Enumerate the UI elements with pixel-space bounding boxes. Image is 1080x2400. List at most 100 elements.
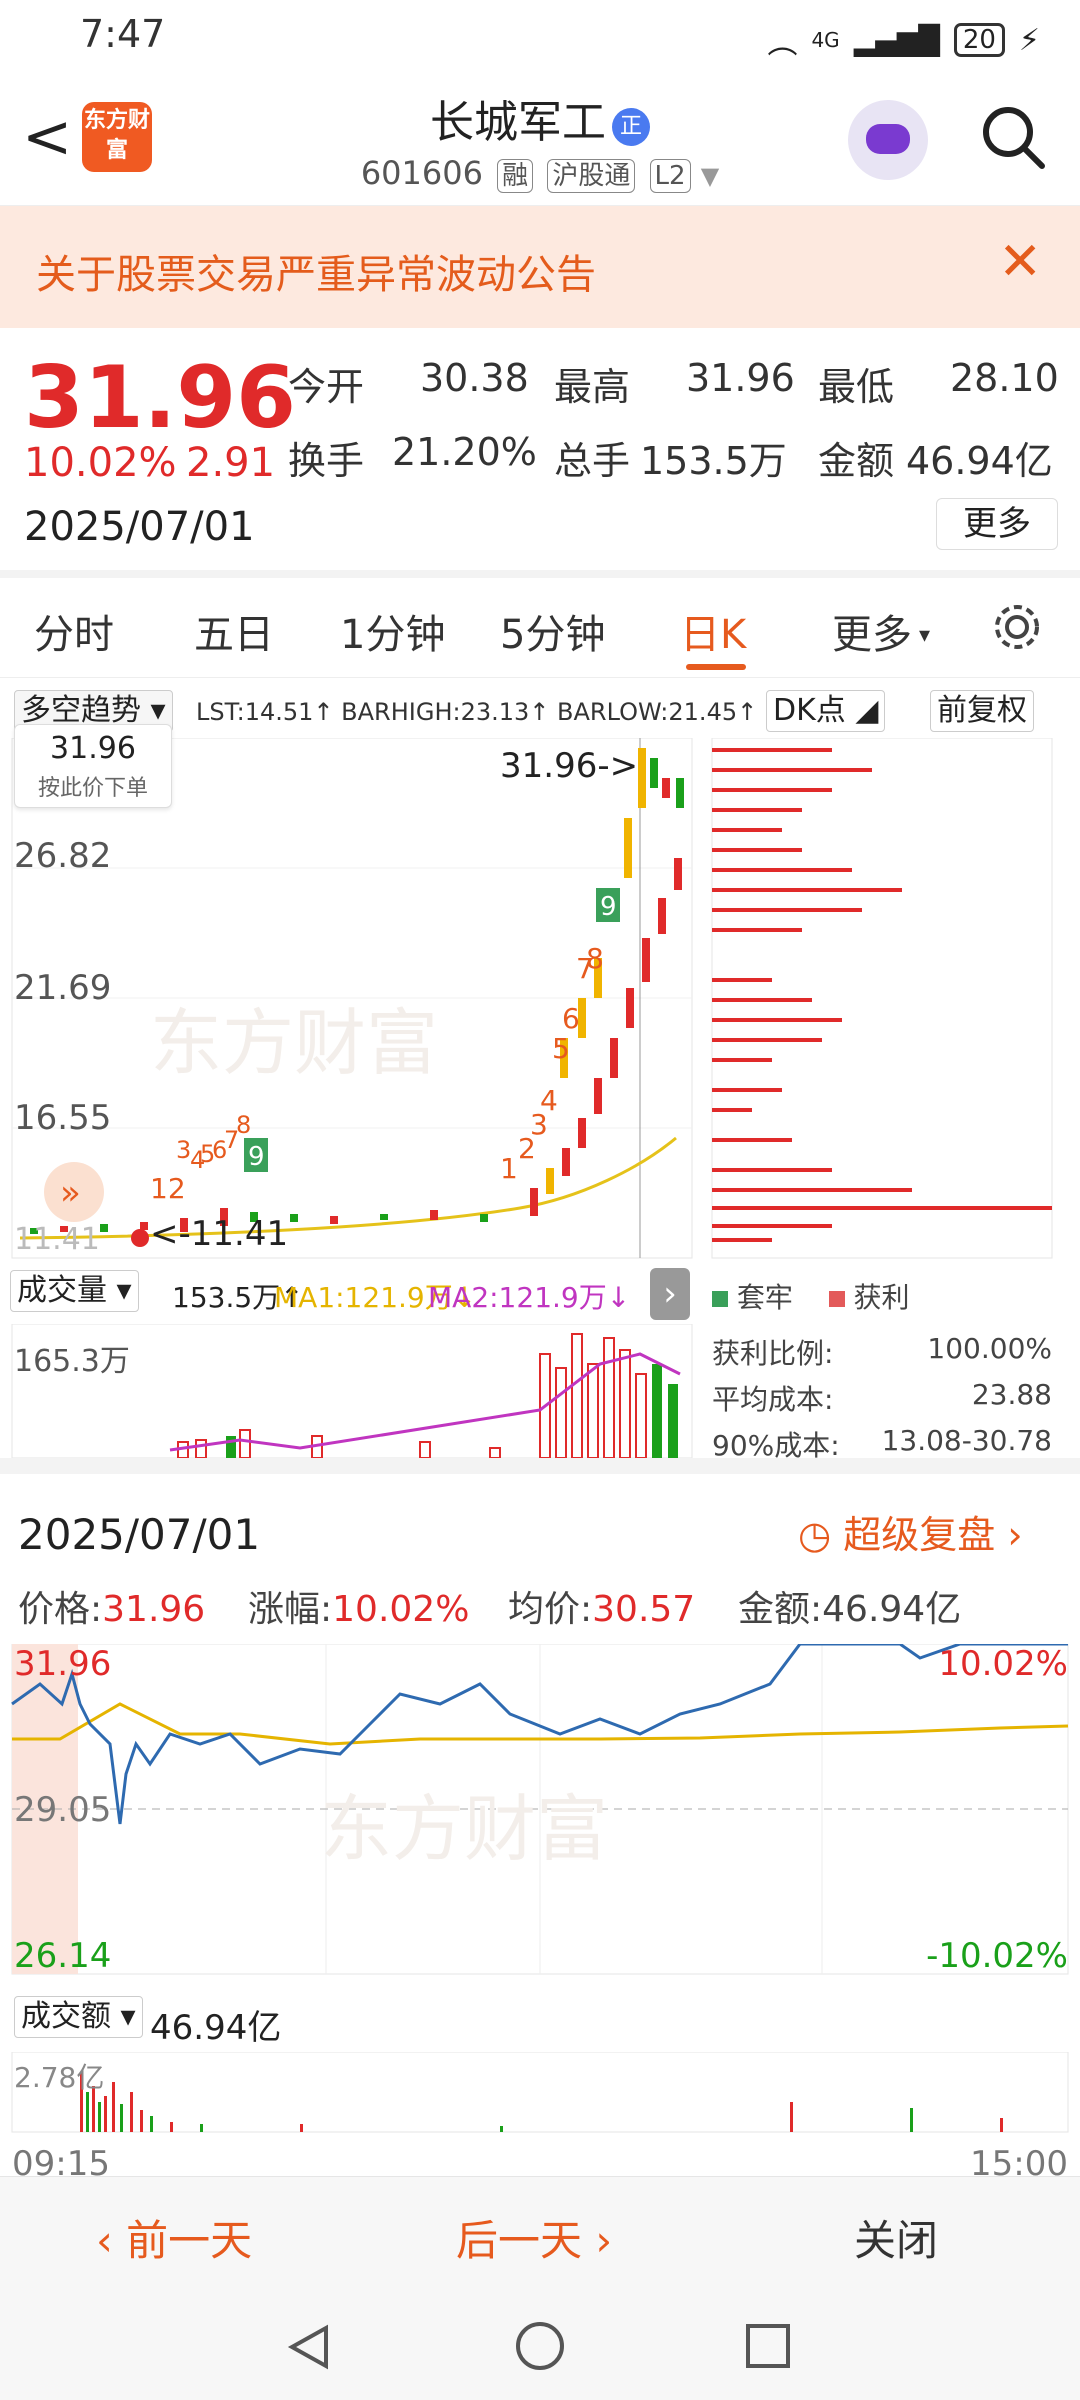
intraday-top-pct: 10.02%	[938, 1644, 1068, 1684]
quote-panel: 31.96 10.02% 2.91 2025/07/01 今开 30.38 最高…	[0, 328, 1080, 578]
tab-more[interactable]: 更多 ▾	[832, 602, 930, 660]
charging-icon: ⚡	[1018, 22, 1040, 58]
stock-name: 长城军工	[430, 97, 606, 148]
amount-field: 金额:46.94亿	[738, 1589, 962, 1630]
notice-banner[interactable]: 关于股票交易严重异常波动公告 ✕	[0, 206, 1080, 328]
tag-margin: 融	[497, 159, 534, 193]
svg-text:5: 5	[552, 1032, 570, 1065]
high-marker: 31.96->	[500, 746, 639, 786]
tag-level2: L2	[649, 159, 691, 193]
watermark: 东方财富	[150, 1001, 438, 1085]
change-pct: 10.02%	[24, 440, 177, 486]
low-marker: <-11.41	[150, 1214, 289, 1254]
more-button[interactable]: 更多	[936, 498, 1058, 550]
system-nav-bar	[0, 2286, 1080, 2400]
indicator-values: LST:14.51↑ BARHIGH:23.13↑ BARLOW:21.45↑	[196, 698, 758, 726]
assistant-avatar[interactable]	[848, 100, 928, 180]
svg-text:8: 8	[586, 942, 604, 975]
kline-svg: 东方财富 9 9 1 2 3 4 5 6 7 8 12 3 4 5 6 7 8 …	[11, 738, 1053, 1259]
last-price: 31.96	[24, 348, 297, 448]
tab-intraday[interactable]: 分时	[34, 602, 114, 660]
turnover-label: 换手	[288, 439, 365, 483]
candles	[30, 748, 684, 1234]
svg-text:东方财富: 东方财富	[320, 1787, 608, 1871]
amount-total: 46.94亿	[150, 2008, 282, 2048]
nav-back-icon[interactable]	[284, 2322, 334, 2372]
gear-icon[interactable]	[990, 600, 1044, 654]
profit-ratio-row: 获利比例: 100.00%	[712, 1332, 1052, 1370]
kline-chart-area: 多空趋势 ▾ LST:14.51↑ BARHIGH:23.13↑ BARLOW:…	[0, 678, 1080, 1462]
app: 7:47 ︵ 4G ▂▄▆█ 20 ⚡ < 东方财富 长城军工正 601606 …	[0, 0, 1080, 2400]
tab-five-day[interactable]: 五日	[194, 602, 274, 660]
high-value: 31.96	[686, 356, 795, 400]
nav-recents-icon[interactable]	[744, 2322, 792, 2370]
network-label: 4G	[811, 28, 840, 52]
intraday-amount-svg	[11, 2052, 1069, 2133]
avg-cost-value: 23.88	[971, 1378, 1052, 1411]
tab-1min[interactable]: 1分钟	[340, 602, 445, 660]
prev-day-button[interactable]: ‹ 前一天	[96, 2207, 252, 2268]
volume-ma2: MA2:121.9万↓	[428, 1281, 631, 1314]
low-label: 最低	[818, 365, 895, 409]
intraday-top-price: 31.96	[14, 1644, 112, 1684]
super-replay-link[interactable]: ◷ 超级复盘 ›	[798, 1504, 1023, 1559]
stock-code: 601606	[360, 154, 483, 192]
low-left-label: 11.41	[14, 1222, 100, 1257]
turnover-value: 21.20%	[392, 430, 537, 474]
avg-field: 均价:30.57	[508, 1589, 696, 1630]
amount-value: 46.94亿	[906, 439, 1053, 483]
active-tab-indicator	[686, 664, 746, 670]
close-button[interactable]: 关闭	[854, 2207, 938, 2268]
nav-home-icon[interactable]	[514, 2320, 566, 2372]
intraday-panel: 2025/07/01 ◷ 超级复盘 › 价格:31.96 涨幅:10.02% 均…	[0, 1458, 1080, 2184]
cost90-value: 13.08-30.78	[881, 1424, 1052, 1457]
intraday-date: 2025/07/01	[18, 1510, 261, 1559]
tip-price: 31.96	[50, 731, 136, 766]
svg-text:12: 12	[150, 1172, 186, 1205]
dk-point-button[interactable]: DK点 ◢	[766, 690, 886, 732]
svg-text:1: 1	[500, 1152, 518, 1185]
svg-text:3: 3	[176, 1136, 191, 1164]
svg-text:9: 9	[600, 892, 617, 922]
svg-text:4: 4	[540, 1084, 558, 1117]
tab-daily-k[interactable]: 日K	[680, 602, 746, 660]
adjust-select[interactable]: 前复权	[930, 690, 1034, 732]
chevron-down-icon: ▼	[700, 162, 720, 190]
amount-label: 金额	[818, 439, 895, 483]
profit-ratio-value: 100.00%	[927, 1332, 1052, 1365]
search-icon[interactable]	[978, 102, 1048, 172]
legend-profit: 获利	[853, 1281, 910, 1314]
status-bar: 7:47 ︵ 4G ▂▄▆█ 20 ⚡	[0, 0, 1080, 72]
wifi-icon: ︵	[767, 26, 798, 61]
signal-icon: ▂▄▆█	[853, 23, 940, 57]
tip-label: 按此价下单	[37, 776, 148, 801]
next-day-button[interactable]: 后一天 ›	[456, 2207, 612, 2268]
open-value: 30.38	[420, 356, 529, 400]
footer-bar: ‹ 前一天 后一天 › 关闭	[0, 2176, 1080, 2286]
volume-max-label: 165.3万	[14, 1344, 130, 1379]
y-label-2: 21.69	[14, 968, 112, 1008]
avg-cost-row: 平均成本: 23.88	[712, 1378, 1052, 1416]
tab-5min[interactable]: 5分钟	[500, 602, 605, 660]
notice-text[interactable]: 关于股票交易严重异常波动公告	[36, 242, 596, 300]
amount-max-label: 2.78亿	[14, 2061, 105, 2094]
battery-icon: 20	[953, 23, 1005, 57]
svg-text:9: 9	[248, 1142, 265, 1172]
open-label: 今开	[288, 365, 365, 409]
legend-trapped: 套牢	[736, 1281, 793, 1314]
chevron-right-icon[interactable]: ›	[650, 1268, 690, 1320]
price-field: 价格:31.96	[18, 1589, 206, 1630]
order-price-tip[interactable]: 31.96 按此价下单	[14, 724, 172, 808]
pct-field: 涨幅:10.02%	[248, 1589, 470, 1630]
quote-date: 2025/07/01	[24, 504, 255, 550]
chip-distribution	[711, 738, 1053, 1259]
y-label-1: 26.82	[14, 836, 112, 876]
close-icon[interactable]: ✕	[998, 232, 1042, 292]
status-icons: ︵ 4G ▂▄▆█ 20 ⚡	[767, 18, 1040, 62]
volume-label: 总手	[554, 439, 631, 483]
intraday-mid-price: 29.05	[14, 1790, 112, 1830]
chip-legend: 套牢 获利	[712, 1276, 909, 1316]
svg-text:»: »	[60, 1173, 81, 1213]
volume-select[interactable]: 成交量 ▾	[10, 1270, 139, 1312]
amount-select[interactable]: 成交额 ▾	[14, 1996, 143, 2038]
